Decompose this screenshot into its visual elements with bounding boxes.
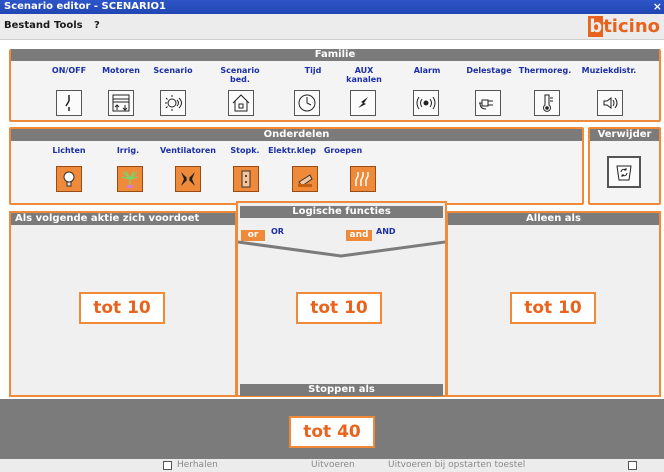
- trigger-title: Als volgende aktie zich voordoet: [11, 213, 235, 225]
- herhalen-checkbox[interactable]: [163, 461, 172, 470]
- familie-label-onoff: ON/OFF: [51, 66, 87, 75]
- sprinkler-icon[interactable]: [117, 166, 143, 192]
- groups-icon[interactable]: [350, 166, 376, 192]
- familie-label-thermoreg: Thermoreg.: [518, 66, 572, 75]
- onderdelen-title: Onderdelen: [11, 129, 582, 141]
- switch-icon[interactable]: [56, 90, 82, 116]
- alarm-icon[interactable]: [413, 90, 439, 116]
- socket-icon[interactable]: [233, 166, 259, 192]
- brand-logo: bticino: [588, 16, 660, 37]
- onderdelen-label-lichten: Lichten: [52, 146, 86, 155]
- motor-icon[interactable]: [108, 90, 134, 116]
- familie-label-scenario: Scenario: [153, 66, 193, 75]
- plug-icon[interactable]: [475, 90, 501, 116]
- clock-icon[interactable]: [294, 90, 320, 116]
- menu-bar: Bestand Tools ? bticino: [0, 14, 664, 40]
- menu-help[interactable]: ?: [94, 20, 100, 31]
- onderdelen-label-stopk: Stopk.: [230, 146, 260, 155]
- herhalen-label: Herhalen: [177, 460, 218, 470]
- onderdelen-label-elektrklep: Elektr.klep: [268, 146, 316, 155]
- fan-icon[interactable]: [175, 166, 201, 192]
- uitvoeren-button[interactable]: Uitvoeren: [311, 460, 355, 471]
- familie-label-motoren: Motoren: [102, 66, 140, 75]
- condition-title: Alleen als: [448, 213, 659, 225]
- familie-label-muziek: Muziekdistr.: [581, 66, 637, 75]
- window-title: Scenario editor - SCENARIO1: [4, 1, 166, 12]
- trigger-count: tot 10: [79, 292, 165, 324]
- or-label: OR: [271, 227, 284, 236]
- speaker-icon[interactable]: [597, 90, 623, 116]
- window-titlebar: Scenario editor - SCENARIO1 ×: [0, 0, 664, 14]
- condition-count: tot 10: [510, 292, 596, 324]
- thermometer-icon[interactable]: [534, 90, 560, 116]
- uitvoeren-bij-opstarten-button[interactable]: Uitvoeren bij opstarten toestel: [388, 460, 525, 471]
- valve-icon[interactable]: [292, 166, 318, 192]
- familie-label-delestage: Delestage: [466, 66, 512, 75]
- verwijder-title: Verwijder: [590, 129, 659, 141]
- scenario-icon[interactable]: [160, 90, 186, 116]
- menu-tools[interactable]: Tools: [54, 20, 83, 31]
- familie-label-tijd: Tijd: [304, 66, 322, 75]
- close-icon[interactable]: ×: [653, 0, 662, 14]
- lightbulb-icon[interactable]: [56, 166, 82, 192]
- familie-label-scenario-bed: Scenario bed.: [220, 66, 260, 84]
- recycle-icon[interactable]: [607, 156, 641, 188]
- menu-bestand[interactable]: Bestand: [4, 20, 50, 31]
- logic-divider: [238, 240, 445, 258]
- onderdelen-label-ventilatoren: Ventilatoren: [160, 146, 216, 155]
- familie-label-aux: AUX kanalen: [346, 66, 382, 84]
- scenario-control-icon[interactable]: [228, 90, 254, 116]
- lightning-icon[interactable]: [350, 90, 376, 116]
- logic-title: Logische functies: [240, 206, 443, 218]
- onderdelen-label-irrig: Irrig.: [116, 146, 140, 155]
- familie-title: Familie: [11, 49, 659, 61]
- and-label: AND: [376, 227, 396, 236]
- auto-run-checkbox[interactable]: [628, 461, 637, 470]
- stop-if-title: Stoppen als: [240, 384, 443, 396]
- actions-count: tot 40: [289, 416, 375, 448]
- logic-count: tot 10: [296, 292, 382, 324]
- familie-label-alarm: Alarm: [413, 66, 441, 75]
- onderdelen-label-groepen: Groepen: [323, 146, 363, 155]
